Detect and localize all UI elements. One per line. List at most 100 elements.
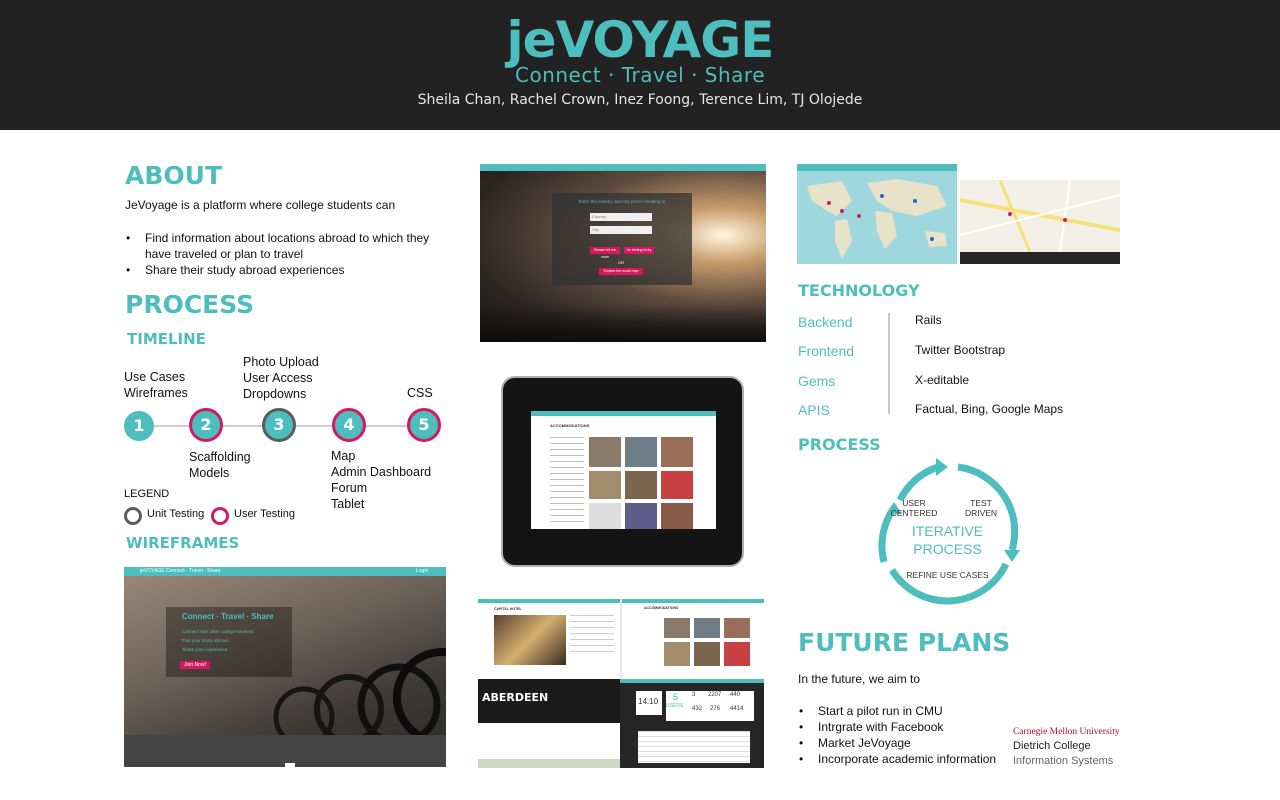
cmu-logo-line2: Dietrich College [1013,740,1091,752]
collage-photo [724,618,750,638]
tech-value-gems: X-editable [915,373,970,387]
tech-value-backend: Rails [915,313,942,327]
legend-title: LEGEND [124,488,170,500]
tech-key-backend: Backend [798,314,853,330]
wireframe-join-button: Join Now! [180,661,210,669]
tech-key-gems: Gems [798,373,836,389]
hero-city-select: City [590,226,652,234]
wireframes-heading: WIREFRAMES [126,534,240,552]
process-cycle-heading: PROCESS [798,435,881,454]
tech-value-apis: Factual, Bing, Google Maps [915,402,1064,416]
collage-hotel-title: CAPITAL HOTEL [494,607,522,611]
tech-value-frontend: Twitter Bootstrap [915,343,1006,357]
cycle-test-driven: TEST DRIVEN [964,498,998,518]
cycle-center-label: ITERATIVE PROCESS [911,523,984,557]
legend-user-label: User Testing [234,508,295,520]
collage-users-label: USERS [666,703,684,709]
step-3-label: Photo Upload User Access Dropdowns [243,355,319,401]
tech-key-apis: APIS [798,402,830,418]
tablet-photo [661,503,693,529]
process-heading: PROCESS [125,290,255,319]
collage-photo [694,618,720,638]
collage-dashboard-bar [620,679,764,683]
timeline-step-5: 5 [407,408,441,442]
collage-hotel-info [570,615,614,655]
tablet-navbar [531,411,716,416]
world-map-screenshot [797,164,957,264]
tablet-photo [589,437,621,467]
step-4-label: Map Admin Dashboard Forum Tablet [331,449,432,511]
collage-screenshot: CAPITAL HOTEL ACCOMMODATIONS ABERDEEN 14… [478,599,764,768]
tablet-photo [589,471,621,499]
cycle-arrow-icon [1004,550,1020,562]
tablet-chart [589,503,621,529]
about-intro: JeVoyage is a platform where college stu… [125,198,396,212]
wireframe-title: Connect · Travel · Share [182,612,274,621]
city-map-footer [960,252,1120,264]
collage-stat: 276 [710,706,721,712]
hero-navbar [480,164,766,171]
hero-shadow [480,304,766,342]
hero-prompt: Enter the country and city you're headin… [578,199,666,204]
collage-accom-title: ACCOMMODATIONS [644,606,679,610]
collage-city-name: ABERDEEN [482,691,549,704]
collage-data-table [638,731,750,763]
collage-clock: 14:10 [638,697,659,706]
logo: jeVOYAGE [506,11,775,69]
collage-divider [620,599,622,679]
collage-photo [664,618,690,638]
step-5-label: CSS [407,386,433,400]
technology-divider [888,313,890,414]
authors: Sheila Chan, Rachel Crown, Inez Foong, T… [417,92,863,108]
future-heading: FUTURE PLANS [798,628,1011,657]
about-heading: ABOUT [125,161,223,190]
tablet-photo [625,471,657,499]
collage-stat: 432 [692,706,703,712]
hero-map-button: Explore the world map [599,268,643,275]
hero-screenshot: Enter the country and city you're headin… [480,164,766,342]
collage-hotel-photo [494,615,566,665]
collage-stats: 5 USERS 3 2207 440 432 276 4414 [666,691,764,721]
wireframe-login-link: Login [416,568,429,574]
tablet-photo [661,437,693,467]
collage-photo [664,642,690,666]
collage-users-number: 5 [673,692,679,702]
about-bullet: Share their study abroad experiences [125,262,455,278]
tablet-title: ACCOMMODATIONS [550,423,590,428]
city-map-header [960,164,1120,180]
future-bullet: Incorporate academic information [798,751,1018,767]
tablet-photo [661,471,693,499]
about-bullet: Find information about locations abroad … [125,230,455,262]
about-list: Find information about locations abroad … [125,230,455,278]
timeline-step-1: 1 [124,411,154,441]
hero-or: OR [618,260,624,265]
tablet-photo [625,437,657,467]
tech-key-frontend: Frontend [798,343,855,359]
wireframe-list: Connect with other college travelers Find… [182,629,254,652]
world-map-graphic [807,179,947,259]
step-2-label: Scaffolding Models [189,450,251,480]
collage-map-strip [478,759,620,768]
cycle-arrow-icon [936,458,948,476]
collage-stat: 3 [692,692,696,698]
future-intro: In the future, we aim to [798,672,921,686]
tablet-filter-list [550,437,584,525]
future-bullet: Start a pilot run in CMU [798,703,1018,719]
city-map-graphic [960,180,1120,252]
wireframe-landing-screenshot: jeVOYAGE Connect · Travel · Share Login … [124,567,446,767]
collage-city-links [478,723,620,759]
collage-photo [694,642,720,666]
tagline: Connect · Travel · Share [514,63,765,87]
collage-stat: 4414 [730,706,744,712]
legend-unit-icon [124,507,142,525]
timeline-step-2: 2 [189,408,223,442]
timeline-heading: TIMELINE [127,330,206,348]
hero-country-select: Country [590,213,652,221]
timeline-step-3: 3 [262,408,296,442]
future-bullet: Market JeVoyage [798,735,1018,751]
tablet-photo [625,503,657,529]
hero-lucky-button: I'm feeling lucky [624,247,654,254]
collage-stat: 440 [730,692,741,698]
collage-photo [724,642,750,666]
cycle-refine: REFINE USE CASES [906,570,989,580]
